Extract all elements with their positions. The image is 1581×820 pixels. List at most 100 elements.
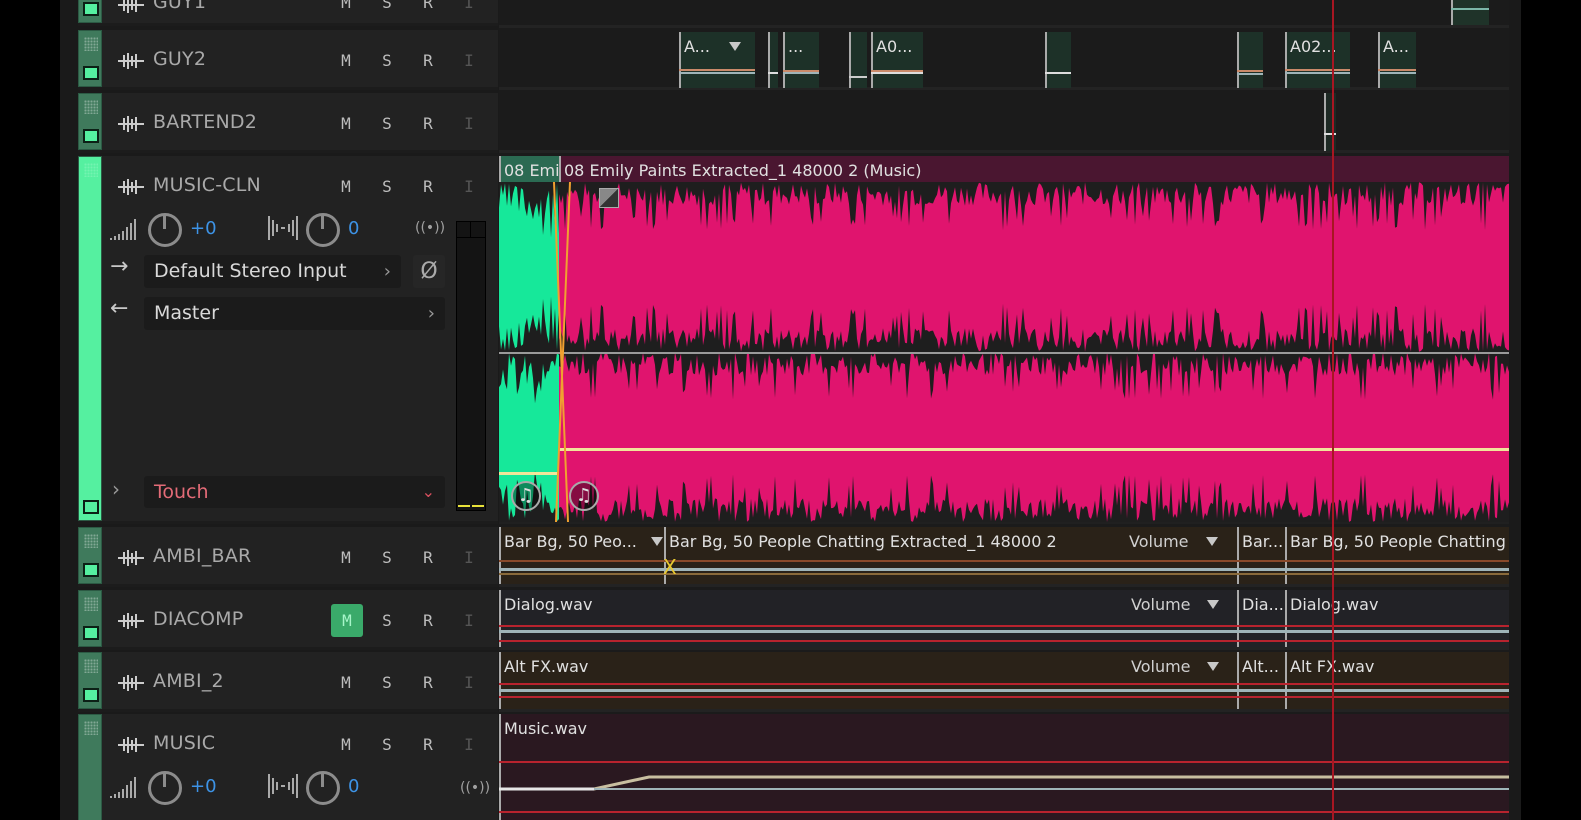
- mute-button[interactable]: M: [331, 109, 361, 139]
- clip-edge[interactable]: [499, 714, 501, 820]
- monitor-icon[interactable]: ((•)): [460, 780, 490, 796]
- clip-edge[interactable]: [679, 32, 681, 88]
- audio-clip[interactable]: A02...: [1285, 32, 1350, 88]
- clip-edge[interactable]: [1451, 0, 1453, 25]
- timeline-area[interactable]: A... ... A0... A02... A... 08 Emi 08 Emi…: [499, 0, 1509, 820]
- volume-value[interactable]: +0: [190, 218, 217, 239]
- clip-edge[interactable]: [768, 32, 770, 88]
- drag-grip[interactable]: [84, 721, 98, 735]
- clip-indicator[interactable]: [457, 222, 485, 238]
- record-button[interactable]: R: [413, 543, 443, 573]
- solo-button[interactable]: S: [372, 0, 402, 18]
- audio-clip[interactable]: A...: [679, 32, 755, 88]
- input-monitor-button[interactable]: I: [454, 730, 484, 760]
- automation-mode-select[interactable]: Touch ⌄: [144, 476, 445, 508]
- lane-guy2[interactable]: A... ... A0... A02... A...: [499, 30, 1509, 90]
- input-monitor-button[interactable]: I: [454, 172, 484, 202]
- record-button[interactable]: R: [413, 0, 443, 18]
- track-name[interactable]: MUSIC: [153, 732, 215, 754]
- audio-clip[interactable]: [1045, 32, 1071, 88]
- track-name[interactable]: DIACOMP: [153, 608, 243, 630]
- lane-ambi-2[interactable]: Alt FX.wav Volume Alt... Alt FX.wav: [499, 652, 1509, 712]
- lane-bartend2[interactable]: [499, 93, 1509, 153]
- volume-envelope-left[interactable]: [499, 472, 559, 475]
- record-arm-toggle[interactable]: [83, 66, 99, 80]
- clip-edge[interactable]: [783, 32, 785, 88]
- mute-button[interactable]: M: [331, 172, 361, 202]
- input-monitor-button[interactable]: I: [454, 46, 484, 76]
- volume-envelope-main[interactable]: [559, 448, 1509, 451]
- lane-diacomp[interactable]: Dialog.wav Volume Dia... Dialog.wav: [499, 590, 1509, 650]
- input-monitor-button[interactable]: I: [454, 109, 484, 139]
- pan-knob[interactable]: [306, 771, 340, 805]
- audio-clip[interactable]: Bar...: [1237, 527, 1285, 584]
- clip-edge[interactable]: [1324, 93, 1326, 151]
- solo-button[interactable]: S: [372, 46, 402, 76]
- audio-clip[interactable]: [768, 32, 778, 88]
- track-header-ambi-bar[interactable]: AMBI_BAR M S R I: [78, 527, 498, 587]
- audio-clip[interactable]: A0...: [871, 32, 923, 88]
- track-header-music-cln[interactable]: MUSIC-CLN M S R I +0 0 ((•)) → Default S…: [78, 156, 498, 524]
- audio-clip[interactable]: Bar Bg, 50 Peo...: [499, 527, 664, 584]
- audio-clip[interactable]: Dialog.wav Volume: [499, 590, 1237, 647]
- record-arm-toggle[interactable]: [83, 129, 99, 143]
- audio-clip[interactable]: [1324, 93, 1336, 151]
- clip-edge[interactable]: [1285, 590, 1287, 647]
- clip-edge[interactable]: [1237, 590, 1239, 647]
- mute-button[interactable]: M: [331, 730, 361, 760]
- crossfade-marker[interactable]: X: [663, 555, 677, 579]
- audio-clip[interactable]: ...: [783, 32, 819, 88]
- clip-edge[interactable]: [1285, 527, 1287, 584]
- clip-menu-triangle[interactable]: [651, 537, 663, 546]
- track-color-strip[interactable]: [78, 156, 102, 521]
- mute-button[interactable]: M: [331, 0, 361, 18]
- mute-button[interactable]: M: [331, 46, 361, 76]
- clip-edge[interactable]: [1378, 32, 1380, 88]
- pan-value[interactable]: 0: [348, 776, 359, 797]
- track-header-ambi-2[interactable]: AMBI_2 M S R I: [78, 652, 498, 712]
- clip-edge[interactable]: [1045, 32, 1047, 88]
- clip-edge[interactable]: [849, 32, 851, 88]
- clip-edge[interactable]: [499, 652, 501, 709]
- audio-clip[interactable]: Dia...: [1237, 590, 1285, 647]
- record-arm-toggle[interactable]: [83, 500, 99, 514]
- record-button[interactable]: R: [413, 172, 443, 202]
- solo-button[interactable]: S: [372, 730, 402, 760]
- drag-grip[interactable]: [84, 37, 98, 51]
- volume-label[interactable]: Volume: [1129, 532, 1189, 551]
- track-color-strip[interactable]: [78, 93, 102, 150]
- track-color-strip[interactable]: [78, 30, 102, 87]
- audio-clip[interactable]: [1451, 0, 1489, 25]
- clip-edge[interactable]: [1237, 652, 1239, 709]
- volume-label[interactable]: Volume: [1131, 657, 1191, 676]
- drag-grip[interactable]: [84, 659, 98, 673]
- mute-button[interactable]: M: [331, 668, 361, 698]
- volume-dropdown-icon[interactable]: [1207, 662, 1219, 671]
- track-name[interactable]: MUSIC-CLN: [153, 174, 261, 196]
- input-monitor-button[interactable]: I: [454, 606, 484, 636]
- record-arm-toggle[interactable]: [83, 2, 99, 16]
- mute-button[interactable]: M: [331, 543, 361, 573]
- lane-ambi-bar[interactable]: Bar Bg, 50 Peo... Bar Bg, 50 People Chat…: [499, 527, 1509, 587]
- volume-label[interactable]: Volume: [1131, 595, 1191, 614]
- input-monitor-button[interactable]: I: [454, 668, 484, 698]
- track-color-strip[interactable]: [78, 590, 102, 647]
- drag-grip[interactable]: [84, 163, 98, 177]
- audio-clip[interactable]: A...: [1378, 32, 1416, 88]
- lane-music-cln[interactable]: 08 Emi 08 Emily Paints Extracted_1 48000…: [499, 156, 1509, 524]
- volume-dropdown-icon[interactable]: [1207, 600, 1219, 609]
- audio-clip[interactable]: Alt FX.wav: [1285, 652, 1509, 709]
- clip-edge[interactable]: [499, 527, 501, 584]
- lane-music[interactable]: Music.wav: [499, 714, 1509, 820]
- volume-value[interactable]: +0: [190, 776, 217, 797]
- volume-envelope[interactable]: [499, 689, 1509, 692]
- record-button[interactable]: R: [413, 46, 443, 76]
- output-select[interactable]: Master ›: [144, 297, 445, 330]
- record-arm-toggle[interactable]: [83, 626, 99, 640]
- pan-value[interactable]: 0: [348, 218, 359, 239]
- clip-edge[interactable]: [1285, 32, 1287, 88]
- track-color-strip[interactable]: [78, 0, 102, 23]
- record-button[interactable]: R: [413, 606, 443, 636]
- audio-clip[interactable]: [1237, 32, 1263, 88]
- input-monitor-button[interactable]: I: [454, 0, 484, 18]
